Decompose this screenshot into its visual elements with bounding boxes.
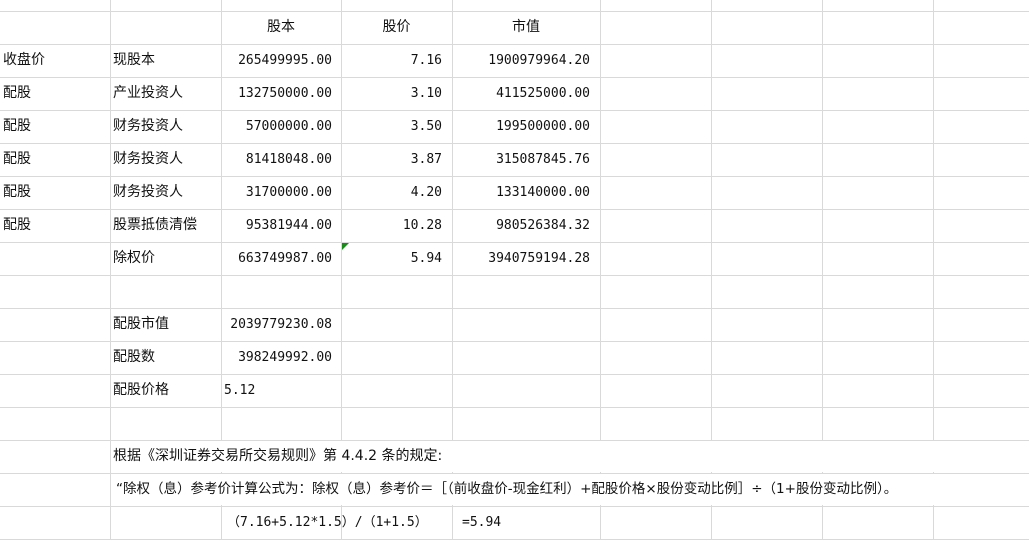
market-value-cell[interactable]: 980526384.32 (452, 209, 590, 242)
price-cell[interactable]: 3.50 (341, 110, 442, 143)
shares-cell[interactable]: 265499995.00 (221, 44, 332, 77)
rule-note[interactable]: 根据《深圳证券交易所交易规则》第 4.4.2 条的规定: (110, 440, 1010, 473)
market-value-cell[interactable]: 199500000.00 (452, 110, 590, 143)
summary-value[interactable]: 398249992.00 (221, 341, 332, 374)
row-type-cell[interactable]: 配股 (0, 209, 110, 242)
shares-cell[interactable]: 663749987.00 (221, 242, 332, 275)
row-name-cell[interactable]: 财务投资人 (110, 110, 221, 143)
market-value-cell[interactable]: 133140000.00 (452, 176, 590, 209)
row-name-cell[interactable]: 财务投资人 (110, 176, 221, 209)
row-type-cell[interactable]: 收盘价 (0, 44, 110, 77)
header-shares[interactable]: 股本 (221, 11, 341, 44)
shares-cell[interactable]: 57000000.00 (221, 110, 332, 143)
row-name-cell[interactable]: 财务投资人 (110, 143, 221, 176)
price-cell[interactable]: 5.94 (341, 242, 442, 275)
row-name-cell[interactable]: 股票抵债清偿 (110, 209, 221, 242)
result-cell[interactable]: =5.94 (452, 506, 600, 539)
header-market-value[interactable]: 市值 (452, 11, 600, 44)
price-cell[interactable]: 10.28 (341, 209, 442, 242)
shares-cell[interactable]: 132750000.00 (221, 77, 332, 110)
market-value-cell[interactable]: 315087845.76 (452, 143, 590, 176)
row-name-cell[interactable]: 除权价 (110, 242, 221, 275)
market-value-cell[interactable]: 411525000.00 (452, 77, 590, 110)
market-value-cell[interactable]: 3940759194.28 (452, 242, 590, 275)
summary-value[interactable]: 2039779230.08 (221, 308, 332, 341)
price-cell[interactable]: 3.10 (341, 77, 442, 110)
row-name-cell[interactable]: 现股本 (110, 44, 221, 77)
shares-cell[interactable]: 81418048.00 (221, 143, 332, 176)
price-cell[interactable]: 3.87 (341, 143, 442, 176)
row-type-cell[interactable] (0, 242, 110, 275)
row-type-cell[interactable]: 配股 (0, 110, 110, 143)
summary-label[interactable]: 配股数 (110, 341, 221, 374)
summary-label[interactable]: 配股市值 (110, 308, 221, 341)
summary-label[interactable]: 配股价格 (110, 374, 221, 407)
summary-value[interactable]: 5.12 (221, 374, 341, 407)
row-type-cell[interactable]: 配股 (0, 176, 110, 209)
shares-cell[interactable]: 95381944.00 (221, 209, 332, 242)
row-name-cell[interactable]: 产业投资人 (110, 77, 221, 110)
row-type-cell[interactable]: 配股 (0, 143, 110, 176)
spreadsheet: 股本 股价 市值 收盘价 现股本 265499995.00 7.16 19009… (0, 0, 1029, 540)
formula-note[interactable]: “除权（息）参考价计算公式为：除权（息）参考价＝［（前收盘价-现金红利）+配股价… (116, 473, 1016, 506)
formula-warning-marker[interactable] (342, 243, 349, 250)
price-cell[interactable]: 4.20 (341, 176, 442, 209)
shares-cell[interactable]: 31700000.00 (221, 176, 332, 209)
calculation-cell[interactable]: （7.16+5.12*1.5）/（1+1.5） (221, 506, 441, 539)
row-type-cell[interactable]: 配股 (0, 77, 110, 110)
price-cell[interactable]: 7.16 (341, 44, 442, 77)
header-price[interactable]: 股价 (341, 11, 452, 44)
market-value-cell[interactable]: 1900979964.20 (452, 44, 590, 77)
